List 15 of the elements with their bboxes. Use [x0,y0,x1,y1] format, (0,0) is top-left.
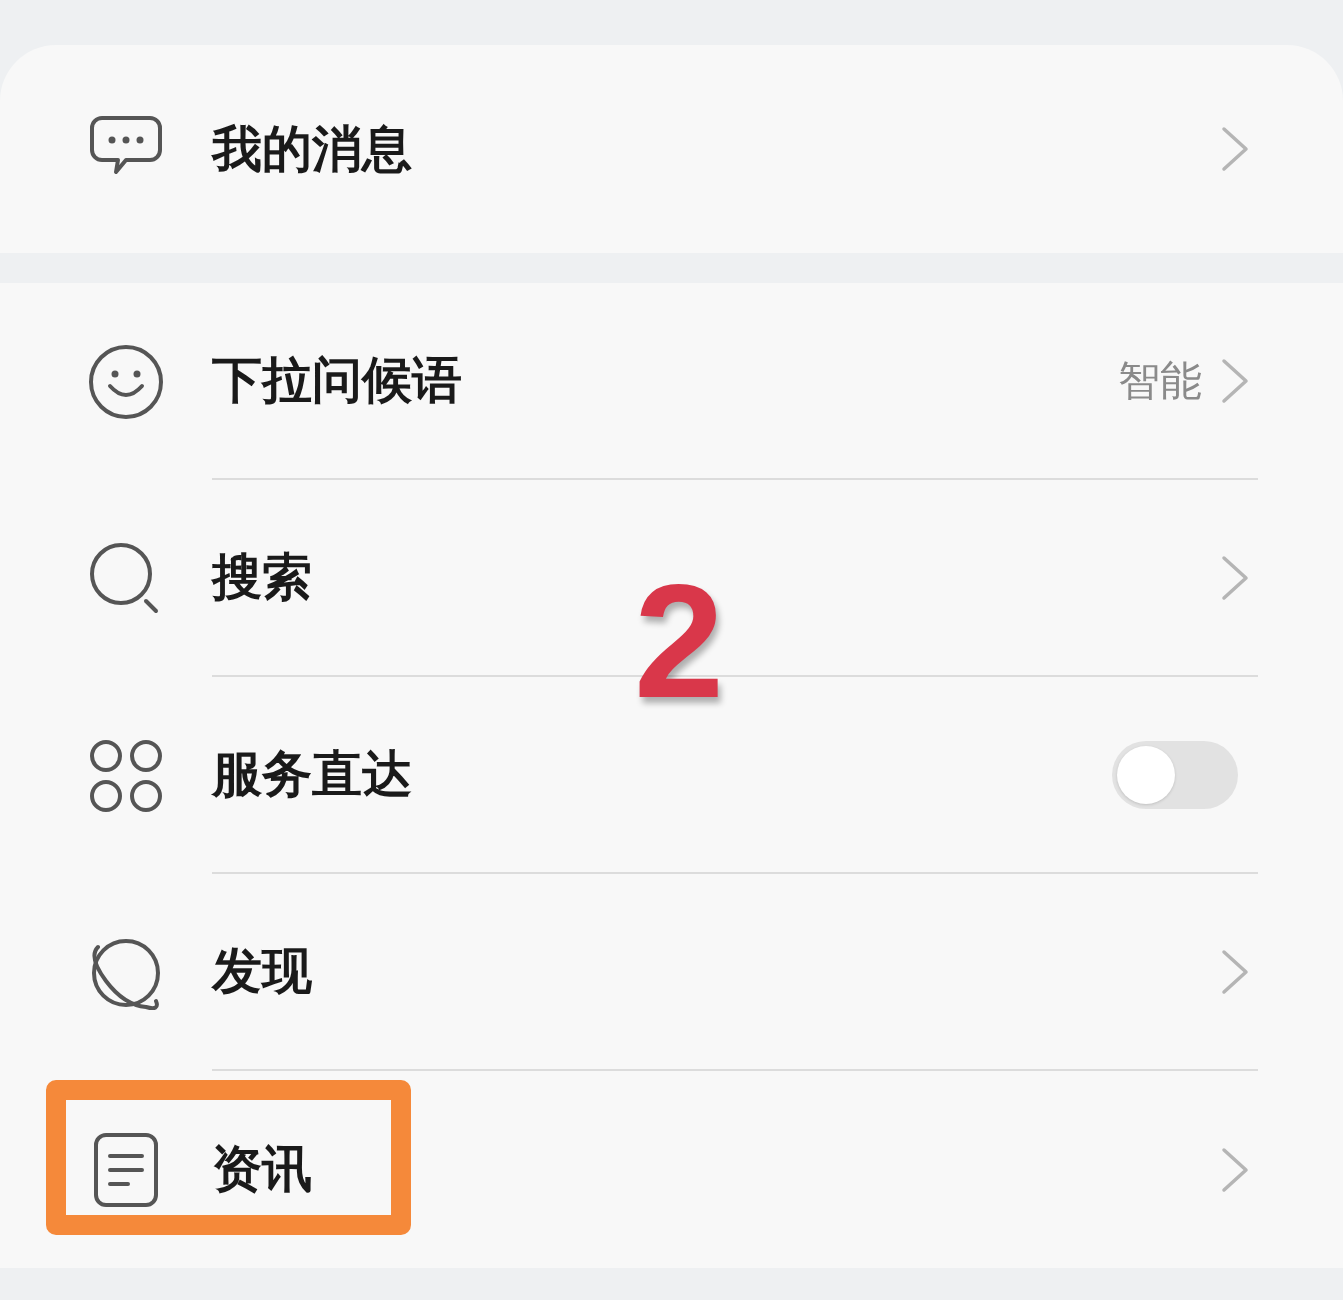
smiley-icon [88,343,164,420]
row-value: 智能 [1118,354,1202,407]
chevron-icon [1220,1145,1250,1194]
row-label: 我的消息 [212,118,413,180]
row-label: 下拉问候语 [212,350,463,411]
chevron-icon [1220,947,1250,996]
row-label: 服务直达 [212,744,413,805]
step-number: 2 [634,560,725,722]
row-label: 发现 [212,941,313,1002]
four-circles-icon [88,737,164,814]
chevron-icon [1220,125,1250,173]
chevron-icon [1220,356,1250,405]
row-label: 搜索 [212,547,313,608]
chevron-icon [1220,553,1250,602]
row-label: 资讯 [212,1139,313,1200]
